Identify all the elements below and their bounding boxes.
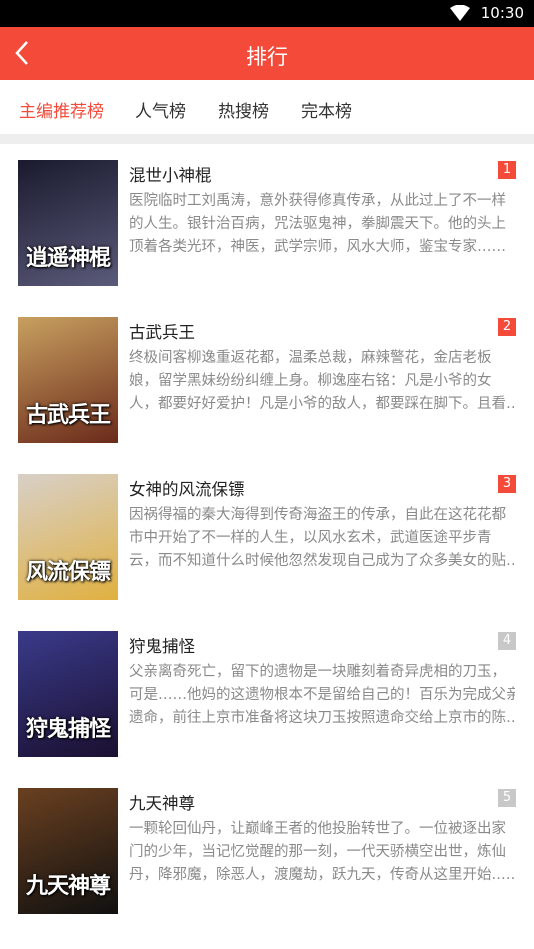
book-description-line: 终极间客柳逸重返花都，温柔总裁，麻辣警花，金店老板 (129, 350, 492, 366)
book-list-item[interactable]: 狩鬼捕怪 狩鬼捕怪 4 父亲离奇死亡，留下的遗物是一块雕刻着奇异虎相的刀玉， 可是……他… (0, 615, 534, 772)
book-list-item[interactable]: 逍遥神棍 混世小神棍 1 医院临时工刘禹涛，意外获得修真传承，从此过上了不一样 的人生。… (0, 144, 534, 301)
book-description: 父亲离奇死亡，留下的遗物是一块雕刻着奇异虎相的刀玉， 可是……他妈的这遗物根本不是… (129, 661, 515, 730)
book-title[interactable]: 古武兵王 (129, 319, 195, 343)
book-description-line: 父亲离奇死亡，留下的遗物是一块雕刻着奇异虎相的刀玉， (129, 664, 506, 680)
rank-badge: 3 (498, 475, 516, 493)
book-list-item[interactable]: 古武兵王 古武兵王 2 终极间客柳逸重返花都，温柔总裁，麻辣警花，金店老板 娘，留学黑妹… (0, 301, 534, 458)
book-title[interactable]: 狩鬼捕怪 (129, 633, 195, 657)
book-description-line: 一颗轮回仙丹，让巅峰王者的他投胎转世了。一位被逐出家 (129, 821, 506, 837)
book-cover-title: 风流保镖 (25, 559, 111, 585)
book-cover[interactable]: 风流保镖 (18, 474, 118, 600)
book-cover-title: 狩鬼捕怪 (25, 716, 111, 742)
book-title[interactable]: 九天神尊 (129, 790, 195, 814)
book-description-line: 因祸得福的秦大海得到传奇海盗王的传承，自此在这花花都 (129, 507, 506, 523)
book-description-line: 遗命，前往上京市准备将这块刀玉按照遗命交给上京市的陈… (129, 710, 515, 726)
ranking-tabs: 主编推荐榜 人气榜 热搜榜 完本榜 (0, 80, 534, 134)
wifi-icon (450, 4, 470, 25)
book-description-line: 娘，留学黑妹纷纷纠缠上身。柳逸座右铭：凡是小爷的女 (129, 373, 492, 389)
book-description-line: 可是……他妈的这遗物根本不是留给自己的！百乐为完成父亲 (129, 687, 515, 703)
tab-popularity[interactable]: 人气榜 (135, 97, 186, 122)
book-cover[interactable]: 古武兵王 (18, 317, 118, 443)
book-description: 医院临时工刘禹涛，意外获得修真传承，从此过上了不一样 的人生。银针治百病，咒法驱鬼… (129, 190, 515, 259)
book-title[interactable]: 混世小神棍 (129, 162, 212, 186)
book-list-item[interactable]: 风流保镖 女神的风流保镖 3 因祸得福的秦大海得到传奇海盗王的传承，自此在这花花都 市中… (0, 458, 534, 615)
tab-completed[interactable]: 完本榜 (301, 97, 352, 122)
book-description-line: 的人生。银针治百病，咒法驱鬼神，拳脚震天下。他的头上 (129, 216, 506, 232)
book-cover[interactable]: 狩鬼捕怪 (18, 631, 118, 757)
book-cover-title: 古武兵王 (25, 402, 111, 428)
tab-hot-search[interactable]: 热搜榜 (218, 97, 269, 122)
book-description: 终极间客柳逸重返花都，温柔总裁，麻辣警花，金店老板 娘，留学黑妹纷纷纠缠上身。柳逸… (129, 347, 515, 416)
book-cover-title: 九天神尊 (25, 873, 111, 899)
status-bar: 10:30 (0, 0, 534, 27)
rank-badge: 2 (498, 318, 516, 336)
rank-badge: 1 (498, 161, 516, 179)
status-time: 10:30 (480, 4, 524, 22)
book-cover[interactable]: 逍遥神棍 (18, 160, 118, 286)
book-description-line: 市中开始了不一样的人生，以风水玄术，武道医途平步青 (129, 530, 492, 546)
book-description-line: 人，都要好好爱护！凡是小爷的敌人，都要踩在脚下。且看… (129, 396, 515, 412)
rank-badge: 4 (498, 632, 516, 650)
book-description-line: 医院临时工刘禹涛，意外获得修真传承，从此过上了不一样 (129, 193, 506, 209)
book-description-line: 云，而不知道什么时候他忽然发现自己成为了众多美女的贴… (129, 553, 515, 569)
book-description-line: 门的少年，当记忆觉醒的那一刻，一代天骄横空出世，炼仙 (129, 844, 506, 860)
book-description-line: 丹，降邪魔，除恶人，渡魔劫，跃九天，传奇从这里开始.…. (129, 867, 515, 883)
tab-editor-picks[interactable]: 主编推荐榜 (19, 97, 104, 122)
app-bar: 排行 (0, 27, 534, 80)
book-description: 一颗轮回仙丹，让巅峰王者的他投胎转世了。一位被逐出家 门的少年，当记忆觉醒的那一刻… (129, 818, 515, 887)
rank-badge: 5 (498, 789, 516, 807)
book-cover[interactable]: 九天神尊 (18, 788, 118, 914)
section-divider (0, 134, 534, 144)
book-title[interactable]: 女神的风流保镖 (129, 476, 245, 500)
book-description: 因祸得福的秦大海得到传奇海盗王的传承，自此在这花花都 市中开始了不一样的人生，以风… (129, 504, 515, 573)
book-description-line: 顶着各类光环，神医，武学宗师，风水大师，鉴宝专家…… (129, 239, 506, 255)
book-list-item[interactable]: 九天神尊 九天神尊 5 一颗轮回仙丹，让巅峰王者的他投胎转世了。一位被逐出家 门的少年，… (0, 772, 534, 929)
book-cover-title: 逍遥神棍 (25, 245, 111, 271)
page-title: 排行 (246, 45, 288, 69)
